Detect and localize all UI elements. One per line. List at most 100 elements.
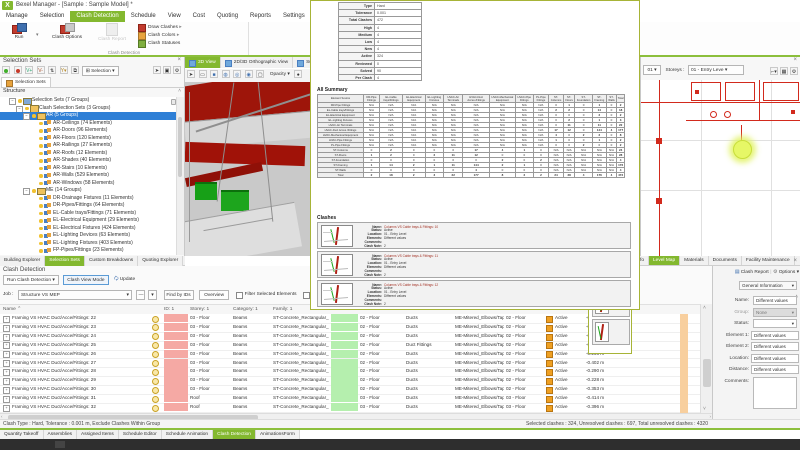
clash-table-row[interactable]: +Framing VS HVAC Duct/Acce/Fittings: 32R… [0, 403, 712, 413]
tree-item[interactable]: FP-Pipes/Fittings (23 Elements) [0, 247, 177, 255]
tree-item[interactable]: AR-Windows (58 Elements) [0, 180, 177, 188]
update-button[interactable]: 🗘 Update [114, 275, 135, 285]
tree-scroll-up-icon[interactable]: ˄ [178, 88, 181, 94]
map-gear-icon[interactable]: ⚙ [790, 67, 798, 75]
panel-tab-building-explorer[interactable]: Building Explorer [0, 256, 45, 266]
tree-item[interactable]: FP-Sprinklers (8 Elements) [0, 255, 177, 256]
row-expander-icon[interactable]: + [3, 325, 10, 332]
tree-item[interactable]: AR-Ceilings (74 Elements) [0, 120, 177, 128]
storey-dropdown[interactable]: 01 - Entry Leve ▾ [688, 65, 744, 75]
tree-item[interactable]: DR-Drainage Fixtures (11 Elements) [0, 195, 177, 203]
tree-item[interactable]: −Clash Selection Sets (3 Groups) [0, 105, 177, 113]
map-corner-icon[interactable]: ⌐▾ [770, 67, 778, 75]
run-dropdown-arrow[interactable]: ▾ [36, 32, 39, 38]
tree-item[interactable]: AR-Railings (27 Elements) [0, 142, 177, 150]
details-field-status-[interactable]: ▾ [753, 319, 797, 328]
right-tab-level-map[interactable]: Level Map [649, 256, 680, 266]
selection-dropdown[interactable]: ⊞ Selection ▾ [82, 66, 119, 76]
clash-report-button[interactable]: Clash Report [92, 23, 132, 47]
isolate-icon[interactable]: ⇅ [48, 66, 56, 74]
clash-report-toolbar-button[interactable]: ▤ Clash Report [735, 268, 769, 278]
row-expander-icon[interactable]: + [3, 351, 10, 358]
clash-report-preview-window[interactable]: TypeHardTolerance0.001Total Clashes472Hi… [310, 0, 640, 310]
tree-item[interactable]: −Selection Sets (7 Groups) [0, 97, 177, 105]
ribbon-tab-cost[interactable]: Cost [187, 11, 211, 22]
tree-item[interactable]: EL-Electrical Equipment (29 Elements) [0, 217, 177, 225]
tree-item[interactable]: AR-Doors (96 Elements) [0, 127, 177, 135]
find-by-ids-button[interactable]: Find by IDs [164, 290, 194, 300]
details-field-location-[interactable]: Different values [751, 354, 799, 363]
add-selection-icon[interactable]: V+ [25, 66, 33, 74]
view-tab-2d-3d-orthographic-view[interactable]: 2D/3D Orthographic View [221, 57, 293, 68]
ribbon-tab-reports[interactable]: Reports [244, 11, 277, 22]
copy-icon[interactable]: ⧉ [71, 66, 79, 74]
panel-close-icon[interactable]: × [177, 57, 181, 63]
job-edit-button[interactable]: — [136, 290, 145, 300]
right-tab-materials[interactable]: Materials [680, 256, 708, 266]
tree-item[interactable]: AR-Walls (529 Elements) [0, 172, 177, 180]
filter-selected-checkbox[interactable]: Filter Selected Elements [236, 290, 297, 300]
draw-clashes-button[interactable]: Draw Clashes ▸ [138, 24, 182, 32]
row-expander-icon[interactable]: + [3, 316, 10, 323]
run-button[interactable]: Run [4, 23, 34, 47]
taskbar-item[interactable] [55, 441, 65, 448]
map-image-icon[interactable]: ▦ [780, 67, 788, 75]
level-map-canvas[interactable] [641, 80, 800, 256]
ribbon-tab-manage[interactable]: Manage [0, 11, 34, 22]
row-expander-icon[interactable]: + [3, 387, 10, 394]
options-button[interactable]: ⚙ Options ▾ [773, 268, 799, 278]
right-tab-facility-maintenance[interactable]: Facility Maintenance [742, 256, 795, 266]
details-field-element-2-[interactable]: Different values [751, 342, 799, 351]
ribbon-tab-settings[interactable]: Settings [277, 11, 311, 22]
tab-selection-sets[interactable]: Selection Sets [1, 77, 51, 87]
ribbon-tab-view[interactable]: View [162, 11, 187, 22]
tree-item[interactable]: AR-Stairs (10 Elements) [0, 165, 177, 173]
overview-button[interactable]: Overview [199, 290, 229, 300]
ribbon-tab-selection[interactable]: Selection [34, 11, 71, 22]
tree-item[interactable]: EL-Lighting Fixtures (403 Elements) [0, 240, 177, 248]
panel-view-icon[interactable]: ▣ [163, 66, 171, 74]
show-all-icon[interactable] [2, 66, 10, 74]
details-field-name-[interactable]: Different values [753, 296, 797, 305]
clash-colors-button[interactable]: Clash Colors ▸ [138, 32, 179, 40]
tree-item[interactable]: DR-Pipes/Fittings (64 Elements) [0, 202, 177, 210]
details-field-distance-[interactable]: Different values [751, 365, 799, 374]
ribbon-tab-clash-detection[interactable]: Clash Detection [70, 11, 124, 22]
clash-options-button[interactable]: Clash Options [46, 23, 88, 47]
tree-item[interactable]: −AR (5 Groups) [0, 112, 177, 120]
render-mode-icon[interactable]: ● [294, 70, 302, 78]
right-tab-documents[interactable]: Documents [709, 256, 742, 266]
opacity-dropdown[interactable]: Opacity ▾ [270, 69, 290, 80]
row-expander-icon[interactable]: + [3, 405, 10, 412]
tree-item[interactable]: −ME (14 Groups) [0, 187, 177, 195]
row-expander-icon[interactable]: + [3, 396, 10, 403]
map-close-icon[interactable]: × [793, 57, 797, 63]
row-expander-icon[interactable]: + [3, 342, 10, 349]
row-expander-icon[interactable]: + [3, 369, 10, 376]
row-expander-icon[interactable]: + [3, 360, 10, 367]
details-close-icon[interactable]: × [793, 258, 797, 264]
details-field-comments-[interactable] [753, 377, 797, 409]
tree-item[interactable]: EL-Lighting Devices (63 Elements) [0, 232, 177, 240]
details-field-group-[interactable]: None▾ [753, 308, 797, 317]
hide-all-icon[interactable] [14, 66, 22, 74]
clash-view-mode-button[interactable]: Clash View Mode [63, 275, 108, 285]
details-field-element-1-[interactable]: Different values [751, 331, 799, 340]
select-fill-icon[interactable]: ■ [210, 70, 218, 78]
ribbon-tab-schedule[interactable]: Schedule [125, 11, 162, 22]
remove-selection-icon[interactable]: V- [37, 66, 45, 74]
row-expander-icon[interactable]: + [3, 334, 10, 341]
ribbon-tab-quoting[interactable]: Quoting [211, 11, 244, 22]
orbit-icon[interactable]: ◍ [222, 70, 230, 78]
clash-statuses-button[interactable]: Clash Statuses [138, 40, 180, 48]
tree-scrollbar[interactable] [176, 97, 184, 255]
job-select[interactable]: Structure VS MEP▾ [18, 290, 132, 300]
details-section-select[interactable]: General Information▾ [739, 281, 797, 290]
pointer-tool-icon[interactable]: ➤ [187, 70, 195, 78]
view-tab-3d-view[interactable]: 3D View [185, 57, 221, 68]
panel-tab-selection-sets[interactable]: Selection Sets [45, 256, 85, 266]
tree-item[interactable]: EL-Electrical Fixtures (424 Elements) [0, 225, 177, 233]
select-box-icon[interactable]: ▭ [199, 70, 207, 78]
settings-gear-icon[interactable]: ⚙ [173, 66, 181, 74]
tree-item[interactable]: AR-Floors (120 Elements) [0, 135, 177, 143]
